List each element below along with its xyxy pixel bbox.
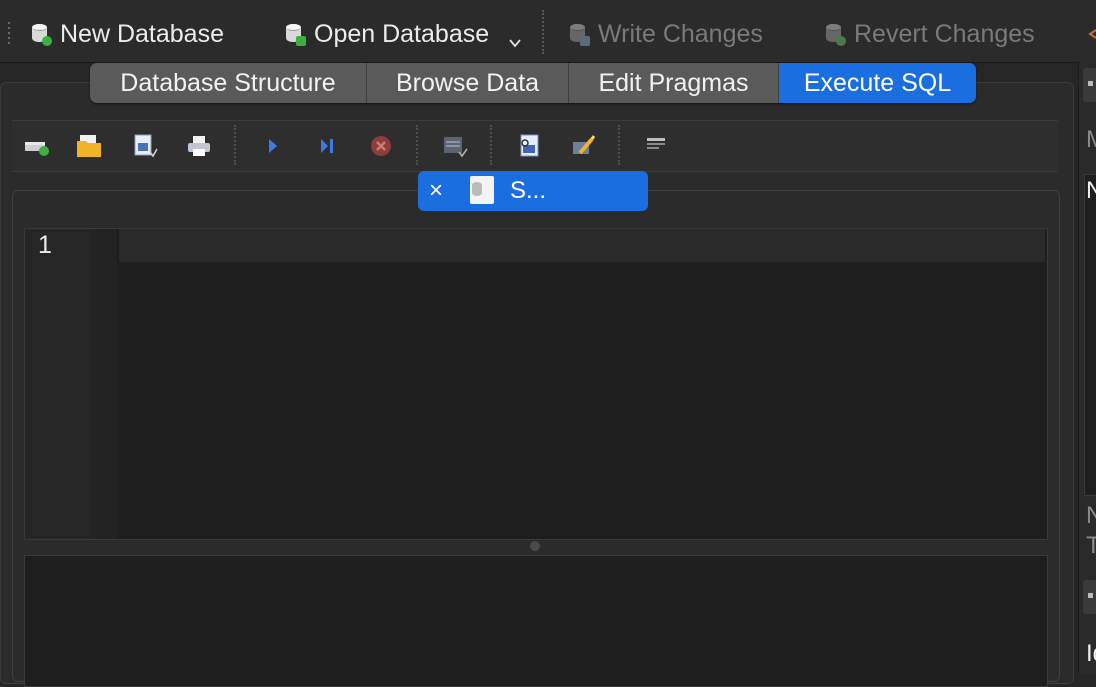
find-replace-icon[interactable] bbox=[570, 133, 596, 159]
line-number-gutter: 1 bbox=[25, 229, 89, 539]
open-database-button[interactable]: Open Database bbox=[284, 14, 489, 54]
tab-execute-sql[interactable]: Execute SQL bbox=[779, 63, 976, 103]
new-database-label: New Database bbox=[60, 19, 224, 48]
revert-changes-label: Revert Changes bbox=[854, 19, 1035, 48]
write-changes-label: Write Changes bbox=[598, 19, 763, 48]
fold-margin[interactable] bbox=[89, 229, 117, 539]
splitter-handle[interactable] bbox=[530, 541, 540, 551]
open-sql-file-icon[interactable] bbox=[76, 133, 102, 159]
toolbar-overflow-icon[interactable] bbox=[1086, 28, 1096, 40]
right-dock-panel: M N N T Id bbox=[1078, 62, 1096, 674]
find-icon[interactable] bbox=[516, 133, 542, 159]
new-database-icon bbox=[30, 22, 52, 46]
current-line-highlight bbox=[119, 229, 1045, 262]
dock-label: T bbox=[1086, 532, 1096, 559]
print-icon[interactable] bbox=[186, 133, 212, 159]
sql-file-icon bbox=[470, 176, 498, 206]
open-database-label: Open Database bbox=[314, 19, 490, 48]
write-changes-button[interactable]: Write Changes bbox=[568, 14, 763, 54]
revert-changes-button[interactable]: Revert Changes bbox=[824, 14, 1035, 54]
sql-code-editor[interactable]: 1 bbox=[24, 228, 1048, 540]
dock-title-bar[interactable] bbox=[1083, 580, 1096, 614]
comment-icon[interactable] bbox=[644, 133, 670, 159]
execute-all-icon[interactable] bbox=[260, 133, 286, 159]
save-results-icon[interactable] bbox=[442, 133, 468, 159]
close-icon[interactable]: × bbox=[418, 177, 454, 205]
toolbar-separator bbox=[234, 125, 236, 165]
sql-toolbar bbox=[12, 120, 1058, 172]
dock-label: N bbox=[1086, 177, 1096, 204]
sql-editor-tab[interactable]: × S... bbox=[418, 171, 648, 211]
dock-label: Id bbox=[1086, 640, 1096, 667]
open-database-icon bbox=[284, 22, 306, 46]
write-changes-icon bbox=[568, 22, 590, 46]
dock-tree-view[interactable]: N bbox=[1084, 174, 1096, 496]
sql-editor-tab-title: S... bbox=[510, 177, 547, 204]
revert-changes-icon bbox=[824, 22, 846, 46]
results-pane[interactable] bbox=[24, 555, 1048, 687]
stop-execution-icon[interactable] bbox=[368, 133, 394, 159]
toolbar-separator bbox=[542, 10, 544, 54]
open-tab-icon[interactable] bbox=[24, 133, 50, 159]
tab-browse-data[interactable]: Browse Data bbox=[367, 63, 569, 103]
dock-label: N bbox=[1086, 502, 1096, 529]
tab-database-structure[interactable]: Database Structure bbox=[90, 63, 367, 103]
dock-label: M bbox=[1086, 126, 1096, 154]
save-sql-file-icon[interactable] bbox=[132, 133, 158, 159]
tab-edit-pragmas[interactable]: Edit Pragmas bbox=[569, 63, 779, 103]
line-number: 1 bbox=[38, 231, 52, 259]
chevron-down-icon[interactable] bbox=[508, 36, 522, 50]
new-database-button[interactable]: New Database bbox=[30, 14, 224, 54]
toolbar-grip[interactable] bbox=[8, 22, 10, 44]
main-tab-bar: Database Structure Browse Data Edit Prag… bbox=[90, 63, 976, 103]
toolbar-separator bbox=[416, 125, 418, 165]
execute-line-icon[interactable] bbox=[314, 133, 340, 159]
main-toolbar: New Database Open Database Write Changes… bbox=[0, 0, 1096, 63]
toolbar-separator bbox=[490, 125, 492, 165]
dock-title-bar[interactable] bbox=[1083, 68, 1096, 102]
toolbar-separator bbox=[618, 125, 620, 165]
